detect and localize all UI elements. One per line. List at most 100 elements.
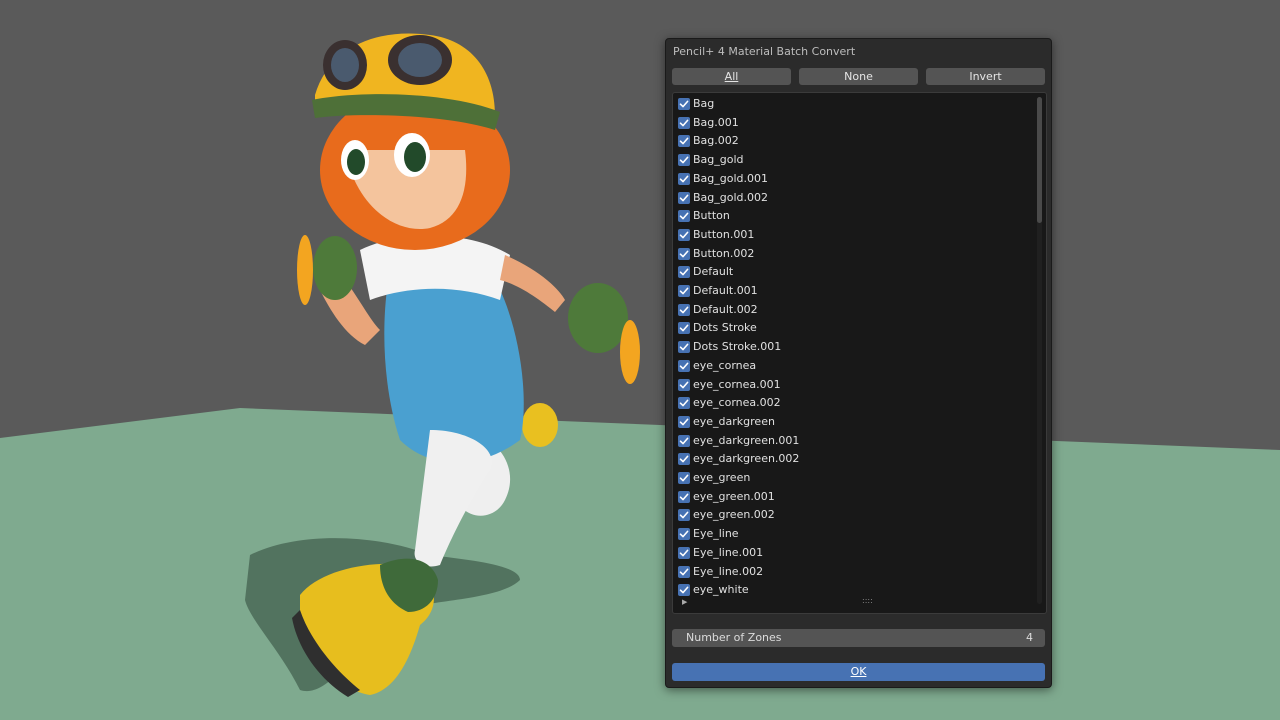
list-item[interactable]: Eye_line.001: [677, 544, 1027, 562]
material-name: Button.002: [693, 246, 755, 260]
list-item[interactable]: Button.002: [677, 245, 1027, 263]
checkmark-icon: [679, 287, 689, 295]
checkbox[interactable]: [678, 116, 690, 129]
checkbox[interactable]: [678, 322, 690, 335]
checkmark-icon: [679, 137, 689, 145]
list-item[interactable]: Button: [677, 207, 1027, 225]
checkmark-icon: [679, 381, 689, 388]
checkbox[interactable]: [678, 546, 690, 559]
checkbox[interactable]: [678, 135, 690, 148]
list-item[interactable]: Bag.001: [677, 114, 1027, 132]
resize-grip-icon[interactable]: ::::: [862, 596, 873, 605]
list-item[interactable]: Bag.002: [677, 132, 1027, 150]
list-item[interactable]: eye_darkgreen: [677, 413, 1027, 431]
list-item[interactable]: eye_darkgreen.001: [677, 432, 1027, 450]
checkbox[interactable]: [678, 434, 690, 447]
checkmark-icon: [679, 268, 689, 276]
checkbox[interactable]: [678, 228, 690, 241]
checkbox[interactable]: [678, 285, 690, 297]
checkmark-icon: [679, 511, 689, 519]
checkbox[interactable]: [678, 397, 690, 410]
scrollbar-thumb[interactable]: [1037, 97, 1042, 223]
checkbox[interactable]: [678, 266, 690, 279]
material-name: eye_cornea: [693, 358, 757, 372]
material-name: Default: [693, 265, 734, 279]
ok-button[interactable]: OK: [672, 663, 1045, 681]
checkbox[interactable]: [678, 453, 690, 466]
list-item[interactable]: Eye_line: [677, 525, 1027, 543]
material-name: eye_cornea.002: [693, 396, 781, 410]
checkbox[interactable]: [678, 565, 690, 578]
3d-viewport[interactable]: [0, 0, 1280, 720]
checkbox[interactable]: [678, 509, 690, 522]
checkbox[interactable]: [678, 303, 690, 316]
checkmark-icon: [679, 418, 689, 426]
checkmark-icon: [679, 250, 689, 257]
checkbox[interactable]: [678, 341, 690, 354]
select-all-button[interactable]: All: [672, 68, 791, 85]
list-item[interactable]: eye_green.001: [677, 488, 1027, 506]
checkbox[interactable]: [678, 584, 690, 597]
material-name: Default.002: [693, 302, 758, 316]
list-item[interactable]: eye_white: [677, 581, 1027, 599]
invert-selection-button[interactable]: Invert: [926, 68, 1045, 85]
checkmark-icon: [679, 231, 689, 239]
checkbox[interactable]: [678, 247, 690, 260]
checkbox[interactable]: [678, 98, 690, 110]
list-scrollbar[interactable]: [1037, 97, 1042, 604]
list-item[interactable]: Default: [677, 263, 1027, 281]
material-name: eye_cornea.001: [693, 377, 781, 391]
material-name: Bag_gold.001: [693, 171, 769, 185]
list-item[interactable]: eye_cornea.002: [677, 394, 1027, 412]
list-item[interactable]: Default.001: [677, 282, 1027, 300]
list-item[interactable]: Default.002: [677, 301, 1027, 319]
checkbox[interactable]: [678, 378, 690, 391]
list-item[interactable]: Dots Stroke.001: [677, 338, 1027, 356]
material-name: eye_darkgreen.002: [693, 452, 800, 466]
list-item[interactable]: eye_darkgreen.002: [677, 450, 1027, 468]
material-list[interactable]: Bag Bag.001 Bag.002 Bag_gold Bag_gold.001 Bag…: [672, 92, 1047, 614]
list-item[interactable]: eye_cornea: [677, 357, 1027, 375]
expand-arrow-icon[interactable]: ▶: [682, 598, 687, 606]
checkmark-icon: [679, 100, 689, 108]
material-name: eye_darkgreen.001: [693, 433, 800, 447]
material-name: Bag: [693, 97, 715, 110]
select-none-label: None: [844, 70, 873, 83]
checkmark-icon: [679, 324, 689, 332]
material-name: eye_white: [693, 583, 749, 597]
list-item[interactable]: eye_green.002: [677, 506, 1027, 524]
list-item[interactable]: eye_cornea.001: [677, 376, 1027, 394]
material-name: Bag_gold: [693, 153, 744, 167]
checkbox[interactable]: [678, 472, 690, 484]
number-of-zones-field[interactable]: Number of Zones 4: [672, 629, 1045, 647]
checkmark-icon: [679, 156, 689, 164]
list-item[interactable]: Bag_gold.002: [677, 189, 1027, 207]
checkmark-icon: [679, 586, 689, 594]
checkmark-icon: [679, 437, 689, 444]
checkmark-icon: [679, 493, 689, 501]
checkbox[interactable]: [678, 359, 690, 372]
invert-label: Invert: [969, 70, 1002, 83]
checkmark-icon: [679, 530, 689, 538]
list-item[interactable]: Dots Stroke: [677, 319, 1027, 337]
list-item[interactable]: eye_green: [677, 469, 1027, 487]
material-name: eye_darkgreen: [693, 414, 775, 428]
checkbox[interactable]: [678, 172, 690, 185]
material-name: Dots Stroke: [693, 321, 757, 335]
select-none-button[interactable]: None: [799, 68, 918, 85]
list-item[interactable]: Bag: [677, 95, 1027, 113]
checkbox[interactable]: [678, 191, 690, 204]
checkmark-icon: [679, 306, 689, 314]
list-item[interactable]: Eye_line.002: [677, 563, 1027, 581]
checkmark-icon: [679, 119, 689, 127]
list-item[interactable]: Bag_gold.001: [677, 170, 1027, 188]
list-item[interactable]: Button.001: [677, 226, 1027, 244]
zones-value: 4: [1026, 631, 1033, 644]
checkbox[interactable]: [678, 490, 690, 503]
checkbox[interactable]: [678, 154, 690, 167]
checkbox[interactable]: [678, 528, 690, 541]
checkbox[interactable]: [678, 210, 690, 223]
checkbox[interactable]: [678, 415, 690, 428]
material-name: Eye_line.001: [693, 545, 764, 559]
list-item[interactable]: Bag_gold: [677, 151, 1027, 169]
